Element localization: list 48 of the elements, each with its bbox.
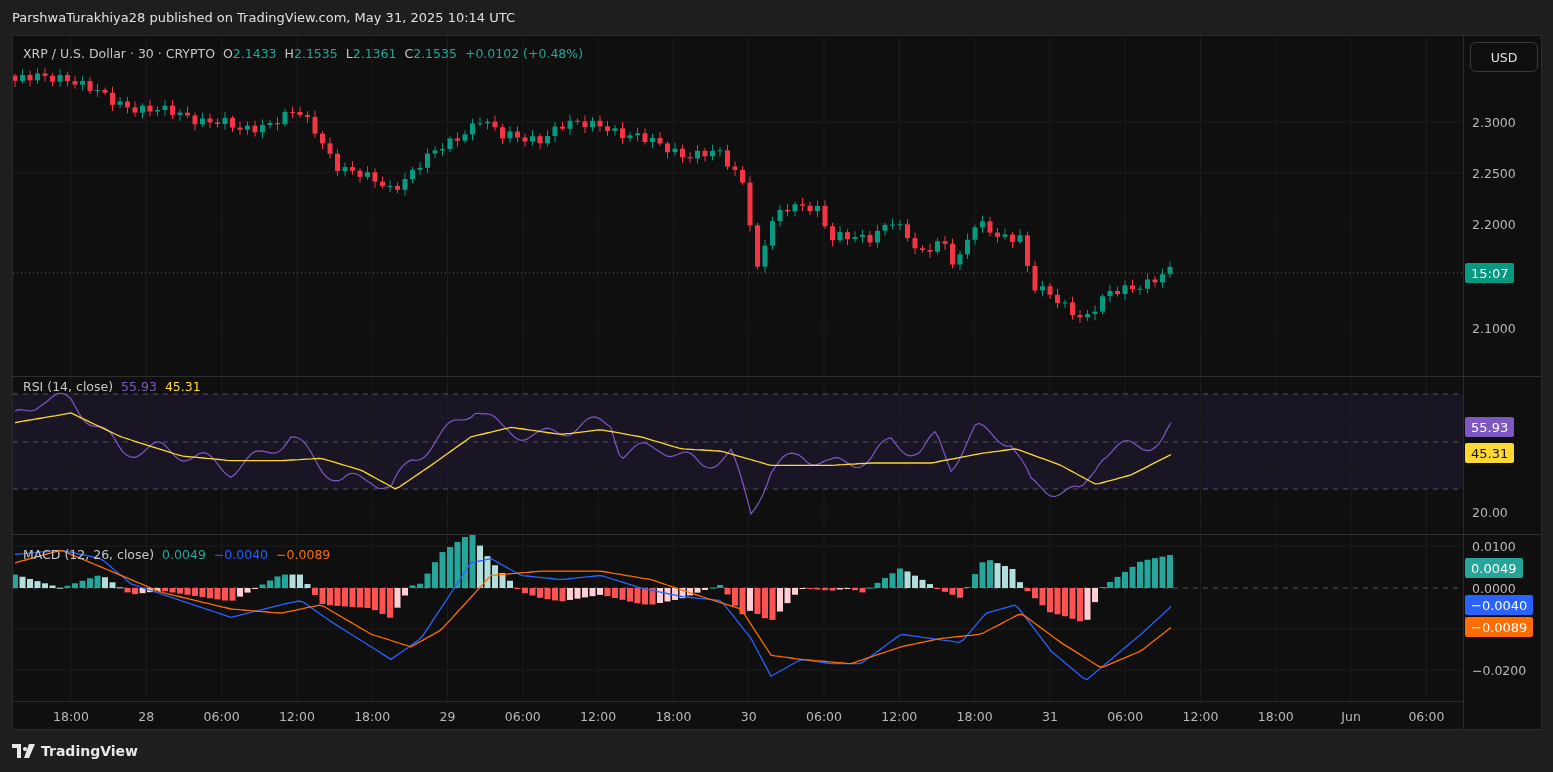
countdown-badge: 15:07 bbox=[1465, 263, 1515, 283]
time-label: 18:00 bbox=[354, 709, 391, 724]
macd-tick: 0.0100 bbox=[1472, 538, 1516, 554]
price-tick: 2.2500 bbox=[1472, 165, 1516, 181]
time-label: Jun bbox=[1341, 709, 1361, 724]
time-label: 28 bbox=[138, 709, 155, 724]
macd-badge: 0.0049 bbox=[1465, 558, 1523, 578]
price-tick: 2.2000 bbox=[1472, 216, 1516, 232]
time-label: 06:00 bbox=[1408, 709, 1445, 724]
price-tick: 2.3000 bbox=[1472, 114, 1516, 130]
macd-badge: −0.0089 bbox=[1465, 617, 1534, 637]
macd-value: 0.0049 bbox=[162, 547, 206, 562]
time-label: 18:00 bbox=[1257, 709, 1294, 724]
attribution-text: ParshwaTurakhiya28 published on TradingView.com, May 31, 2025 10:14 UTC bbox=[11, 9, 516, 27]
time-label: 12:00 bbox=[881, 709, 918, 724]
time-label: 30 bbox=[740, 709, 757, 724]
ohlc-value: L2.1361 bbox=[345, 46, 397, 61]
rsi-badge: 55.93 bbox=[1465, 417, 1515, 437]
logo-text: TradingView bbox=[41, 743, 138, 759]
time-label: 31 bbox=[1041, 709, 1058, 724]
rsi-tick: 20.00 bbox=[1472, 504, 1508, 520]
rsi-value: 55.93 bbox=[121, 379, 157, 394]
time-label: 12:00 bbox=[580, 709, 617, 724]
ohlc-value: C2.1535 bbox=[404, 46, 457, 61]
price-change: +0.0102 (+0.48%) bbox=[464, 46, 584, 61]
macd-tick: 0.0000 bbox=[1472, 580, 1516, 596]
symbol-title: XRP / U.S. Dollar · 30 · CRYPTO bbox=[23, 46, 215, 61]
time-label: 06:00 bbox=[1107, 709, 1144, 724]
macd-tick: −0.0200 bbox=[1472, 662, 1527, 678]
time-label: 29 bbox=[439, 709, 456, 724]
ohlc-value: O2.1433 bbox=[223, 46, 277, 61]
time-label: 06:00 bbox=[504, 709, 541, 724]
price-tick: 2.1000 bbox=[1472, 320, 1516, 336]
time-label: 18:00 bbox=[53, 709, 89, 724]
time-label: 12:00 bbox=[278, 709, 315, 724]
time-label: 06:00 bbox=[806, 709, 842, 724]
time-label: 18:00 bbox=[956, 709, 993, 724]
macd-badge: −0.0040 bbox=[1465, 595, 1534, 615]
macd-value: −0.0089 bbox=[276, 547, 331, 562]
currency-button[interactable]: USD bbox=[1470, 42, 1538, 72]
macd-value: −0.0040 bbox=[213, 547, 269, 562]
time-label: 06:00 bbox=[203, 709, 240, 724]
rsi-value: 45.31 bbox=[164, 379, 201, 394]
time-label: 18:00 bbox=[655, 709, 692, 724]
ohlc-value: H2.1535 bbox=[284, 46, 338, 61]
time-label: 12:00 bbox=[1182, 709, 1219, 724]
rsi-title: RSI (14, close) bbox=[23, 379, 114, 394]
rsi-badge: 45.31 bbox=[1465, 443, 1515, 463]
